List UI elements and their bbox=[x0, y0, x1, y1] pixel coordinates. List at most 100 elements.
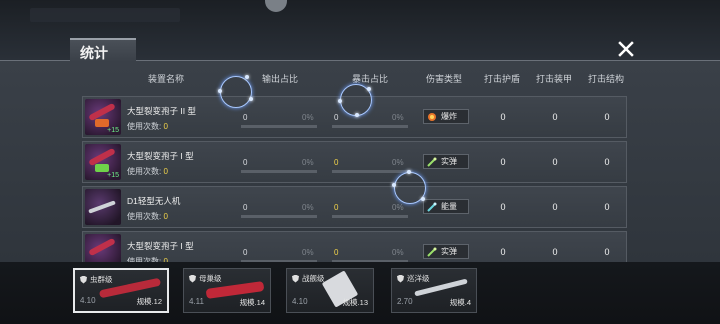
hit-armor-value: 0 bbox=[552, 112, 558, 122]
column-header-crit-ratio: 暴击占比 bbox=[351, 74, 388, 84]
output-value: 0 bbox=[243, 203, 248, 212]
shield-icon bbox=[397, 274, 404, 283]
ship-card[interactable]: 巡洋级 2.70 规模.4 bbox=[391, 268, 477, 313]
hit-armor-value: 0 bbox=[552, 202, 558, 212]
uses-value: 0 bbox=[163, 122, 168, 131]
close-icon bbox=[618, 41, 634, 57]
hit-shield-value: 0 bbox=[500, 247, 506, 257]
spore-cannon-icon bbox=[88, 237, 116, 257]
damage-type-badge: 能量 bbox=[423, 199, 469, 214]
uses-label: 使用次数: bbox=[127, 257, 162, 262]
output-percent: 0% bbox=[302, 113, 314, 122]
ship-card[interactable]: 战舰级 4.10 规模.13 bbox=[286, 268, 374, 313]
close-button[interactable] bbox=[612, 38, 640, 60]
damage-type-badge: 实弹 bbox=[423, 244, 469, 259]
ship-scale: 规模.13 bbox=[342, 298, 368, 307]
column-header-hit-structure: 打击结构 bbox=[587, 74, 624, 84]
energy-icon bbox=[427, 202, 437, 212]
fleet-ship-bar: 虫群级 4.10 规模.12 母巢级 4.11 规模.14 战舰级 4.10 规… bbox=[0, 268, 720, 318]
equipment-name: 大型裂变孢子 I 型 bbox=[127, 241, 194, 251]
uses-label: 使用次数: bbox=[127, 122, 162, 131]
uses-value: 0 bbox=[163, 257, 168, 262]
title-tab: 统计 bbox=[70, 38, 136, 62]
equipment-name: 大型裂变孢子 II 型 bbox=[127, 106, 196, 116]
window-title: 统计 bbox=[80, 45, 108, 61]
damage-type-badge: 爆炸 bbox=[423, 109, 469, 124]
ship-scale: 规模.14 bbox=[239, 298, 265, 307]
glow-ring-effect bbox=[218, 75, 253, 108]
ship-class-label: 战舰级 bbox=[302, 274, 325, 283]
ship-class-label: 巡洋级 bbox=[407, 274, 430, 283]
output-percent: 0% bbox=[302, 203, 314, 212]
ship-class-label: 虫群级 bbox=[90, 275, 113, 284]
bullet-icon bbox=[427, 247, 437, 257]
shield-icon bbox=[189, 274, 196, 283]
ship-class: 母巢级 bbox=[189, 273, 222, 284]
hit-armor-value: 0 bbox=[552, 157, 558, 167]
equipment-uses: 使用次数: 0 bbox=[127, 256, 168, 262]
hit-structure-value: 0 bbox=[604, 202, 610, 212]
crit-value: 0 bbox=[334, 113, 339, 122]
crit-bar bbox=[332, 125, 408, 128]
damage-type-label: 能量 bbox=[441, 202, 457, 211]
equipment-thumbnail: +15 bbox=[85, 144, 121, 180]
ship-hp: 2.70 bbox=[397, 297, 413, 306]
shield-icon bbox=[80, 275, 87, 284]
crit-value: 0 bbox=[334, 158, 339, 167]
crit-value: 0 bbox=[334, 248, 339, 257]
output-bar bbox=[241, 260, 317, 262]
equipment-list[interactable]: +15 大型裂变孢子 II 型 使用次数: 0 0 0% 0 0% 爆炸 0 0… bbox=[82, 96, 627, 262]
ship-card[interactable]: 母巢级 4.11 规模.14 bbox=[183, 268, 271, 313]
output-value: 0 bbox=[243, 113, 248, 122]
ship-class-label: 母巢级 bbox=[199, 274, 222, 283]
equipment-name: D1轻型无人机 bbox=[127, 196, 181, 206]
backdrop-tab bbox=[265, 0, 287, 12]
ship-hp: 4.10 bbox=[80, 296, 96, 305]
crit-percent: 0% bbox=[392, 203, 404, 212]
equipment-row[interactable]: +15 大型裂变孢子 I 型 使用次数: 0 0 0% 0 0% 实弹 0 0 … bbox=[82, 141, 627, 183]
column-header-hit-armor: 打击装甲 bbox=[535, 74, 572, 84]
crit-value: 0 bbox=[334, 203, 339, 212]
ship-class: 巡洋级 bbox=[397, 273, 430, 284]
hit-shield-value: 0 bbox=[500, 157, 506, 167]
crit-bar bbox=[332, 215, 408, 218]
crit-percent: 0% bbox=[392, 113, 404, 122]
uses-label: 使用次数: bbox=[127, 212, 162, 221]
equipment-row[interactable]: 大型裂变孢子 I 型 使用次数: 0 0 0% 0 0% 实弹 0 0 0 bbox=[82, 231, 627, 262]
hit-structure-value: 0 bbox=[604, 247, 610, 257]
uses-label: 使用次数: bbox=[127, 167, 162, 176]
shield-icon bbox=[292, 274, 299, 283]
equipment-name: 大型裂变孢子 I 型 bbox=[127, 151, 194, 161]
equipment-thumbnail: +15 bbox=[85, 99, 121, 135]
damage-type-label: 爆炸 bbox=[441, 112, 457, 121]
hit-structure-value: 0 bbox=[604, 112, 610, 122]
ship-scale: 规模.4 bbox=[449, 298, 471, 307]
damage-type-badge: 实弹 bbox=[423, 154, 469, 169]
ship-class: 虫群级 bbox=[80, 274, 113, 285]
cannon-base-icon bbox=[95, 119, 109, 127]
explosion-icon bbox=[428, 112, 436, 121]
crit-bar bbox=[332, 260, 408, 262]
ship-card[interactable]: 虫群级 4.10 规模.12 bbox=[73, 268, 169, 313]
damage-type-label: 实弹 bbox=[441, 157, 457, 166]
equipment-thumbnail bbox=[85, 189, 121, 225]
output-percent: 0% bbox=[302, 158, 314, 167]
output-bar bbox=[241, 170, 317, 173]
equipment-level: +15 bbox=[107, 172, 119, 179]
equipment-uses: 使用次数: 0 bbox=[127, 121, 168, 132]
hit-structure-value: 0 bbox=[604, 157, 610, 167]
drone-icon bbox=[88, 200, 116, 214]
column-header-hit-shield: 打击护盾 bbox=[483, 74, 520, 84]
output-value: 0 bbox=[243, 158, 248, 167]
hit-shield-value: 0 bbox=[500, 202, 506, 212]
column-header-output-ratio: 输出占比 bbox=[261, 74, 298, 84]
equipment-uses: 使用次数: 0 bbox=[127, 211, 168, 222]
hit-armor-value: 0 bbox=[552, 247, 558, 257]
glow-ring-effect bbox=[338, 84, 372, 117]
crit-bar bbox=[332, 170, 408, 173]
output-bar bbox=[241, 215, 317, 218]
equipment-row[interactable]: D1轻型无人机 使用次数: 0 0 0% 0 0% 能量 0 0 0 bbox=[82, 186, 627, 228]
ship-scale: 规模.12 bbox=[136, 297, 162, 306]
equipment-thumbnail bbox=[85, 234, 121, 262]
output-bar bbox=[241, 125, 317, 128]
